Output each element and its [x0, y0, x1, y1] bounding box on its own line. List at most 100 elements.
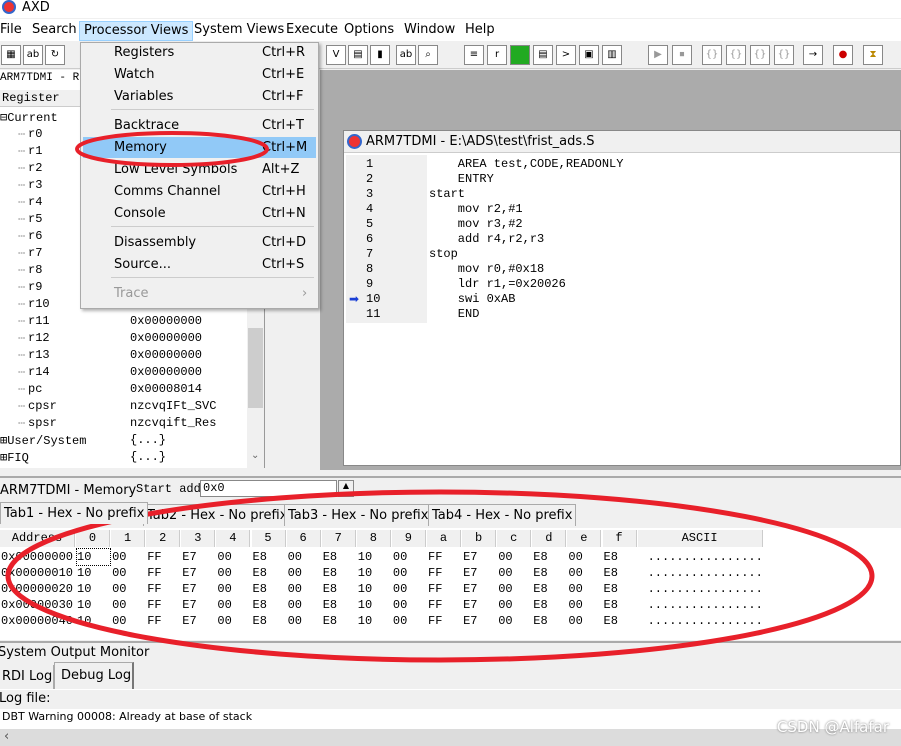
- menu-item-variables[interactable]: Variables Ctrl+F: [83, 86, 316, 107]
- memory-byte[interactable]: 10: [77, 597, 110, 613]
- memory-byte[interactable]: 10: [77, 565, 110, 581]
- memory-byte[interactable]: 00: [568, 581, 601, 597]
- cmdline-icon[interactable]: >: [556, 45, 576, 65]
- memory-byte[interactable]: E8: [323, 549, 356, 565]
- memory-byte[interactable]: 00: [498, 565, 531, 581]
- memory-byte[interactable]: E8: [604, 597, 637, 613]
- tab-4[interactable]: Tab4 - Hex - No prefix: [428, 504, 577, 526]
- code-line[interactable]: start: [429, 187, 465, 202]
- menu-window[interactable]: Window: [400, 21, 459, 41]
- menu-system-views[interactable]: System Views: [190, 21, 288, 41]
- memory-byte[interactable]: 00: [112, 613, 145, 629]
- register-value[interactable]: 0x00000000: [130, 365, 202, 379]
- memory-byte[interactable]: E8: [253, 597, 286, 613]
- start-address-spin[interactable]: ▲: [338, 480, 354, 497]
- menu-item-memory[interactable]: Memory Ctrl+M: [83, 137, 316, 158]
- memory-byte[interactable]: 00: [568, 565, 601, 581]
- memory-byte[interactable]: 10: [358, 597, 391, 613]
- tab-debug-log[interactable]: Debug Log: [54, 662, 134, 689]
- register-value[interactable]: 0x00000000: [130, 331, 202, 345]
- load-image-icon[interactable]: ▦: [1, 45, 21, 65]
- memory-byte[interactable]: 10: [76, 548, 111, 566]
- memory-byte[interactable]: 00: [217, 613, 250, 629]
- menu-item-watch[interactable]: Watch Ctrl+E: [83, 64, 316, 85]
- memory-byte[interactable]: E7: [463, 549, 496, 565]
- memory-byte[interactable]: E7: [182, 565, 215, 581]
- memory-byte[interactable]: 00: [498, 549, 531, 565]
- stop-icon[interactable]: ⏹: [672, 45, 692, 65]
- code-line[interactable]: ldr r1,=0x20026: [429, 277, 566, 292]
- memory-byte[interactable]: 00: [288, 597, 321, 613]
- step-in-icon[interactable]: {}: [702, 45, 722, 65]
- memory-byte[interactable]: E8: [533, 581, 566, 597]
- memory-byte[interactable]: E8: [253, 549, 286, 565]
- memory-byte[interactable]: FF: [428, 565, 461, 581]
- variables-view-icon[interactable]: V: [326, 45, 346, 65]
- memory-byte[interactable]: E8: [323, 565, 356, 581]
- memory-byte[interactable]: 10: [358, 581, 391, 597]
- menu-item-source[interactable]: Source... Ctrl+S: [83, 254, 316, 275]
- memory-byte[interactable]: 10: [77, 613, 110, 629]
- code-line[interactable]: mov r2,#1: [429, 202, 523, 217]
- memory-byte[interactable]: FF: [147, 565, 180, 581]
- memory-byte[interactable]: 00: [112, 549, 145, 565]
- log-hscrollbar[interactable]: ‹: [0, 729, 901, 746]
- code-line[interactable]: add r4,r2,r3: [429, 232, 544, 247]
- register-group-current[interactable]: ⊟Current: [0, 110, 58, 125]
- menu-processor-views[interactable]: Processor Views: [79, 21, 194, 41]
- memory-byte[interactable]: 00: [498, 597, 531, 613]
- memory-byte[interactable]: E8: [533, 565, 566, 581]
- memory-byte[interactable]: 00: [288, 613, 321, 629]
- memory-byte[interactable]: E7: [463, 565, 496, 581]
- tab-rdi-log[interactable]: RDI Log: [0, 665, 54, 689]
- memory-byte[interactable]: 00: [217, 565, 250, 581]
- register-group[interactable]: ⊞User/System: [0, 433, 86, 448]
- output-icon[interactable]: ▣: [579, 45, 599, 65]
- memory-byte[interactable]: E7: [182, 581, 215, 597]
- memory-byte[interactable]: E8: [253, 565, 286, 581]
- memory-byte[interactable]: FF: [428, 549, 461, 565]
- memory-byte[interactable]: E7: [182, 549, 215, 565]
- memory-byte[interactable]: 00: [217, 597, 250, 613]
- memory-byte[interactable]: 00: [217, 549, 250, 565]
- find-icon[interactable]: ⌕: [418, 45, 438, 65]
- reload-icon[interactable]: ↻: [45, 45, 65, 65]
- memory-byte[interactable]: E8: [323, 613, 356, 629]
- tab-2[interactable]: Tab2 - Hex - No prefix: [143, 504, 292, 526]
- watch-view-icon[interactable]: ▤: [348, 45, 368, 65]
- toggle-watchpoint-icon[interactable]: ●: [833, 45, 853, 65]
- memory-byte[interactable]: E8: [604, 565, 637, 581]
- memory-byte[interactable]: 00: [112, 597, 145, 613]
- code-line[interactable]: mov r3,#2: [429, 217, 523, 232]
- memory-byte[interactable]: FF: [428, 613, 461, 629]
- tab-1[interactable]: Tab1 - Hex - No prefix: [0, 502, 149, 524]
- register-value[interactable]: nzcvqift_Res: [130, 416, 216, 430]
- console-icon[interactable]: [510, 45, 530, 65]
- scroll-down-icon[interactable]: ⌄: [251, 450, 259, 461]
- toggle-breakpoint-icon[interactable]: →: [803, 45, 823, 65]
- memory-byte[interactable]: FF: [147, 549, 180, 565]
- memory-byte[interactable]: 00: [568, 613, 601, 629]
- memory-byte[interactable]: E8: [533, 549, 566, 565]
- memory-byte[interactable]: E8: [253, 581, 286, 597]
- memory-byte[interactable]: FF: [428, 581, 461, 597]
- register-value[interactable]: 0x00008014: [130, 382, 202, 396]
- menu-item-disassembly[interactable]: Disassembly Ctrl+D: [83, 232, 316, 253]
- memory-view-icon[interactable]: ▮: [370, 45, 390, 65]
- menu-file[interactable]: File: [0, 21, 26, 41]
- memory-byte[interactable]: E7: [182, 613, 215, 629]
- code-line[interactable]: ENTRY: [429, 172, 494, 187]
- code-line[interactable]: stop: [429, 247, 458, 262]
- symbols-view-icon[interactable]: ab: [396, 45, 416, 65]
- memory-byte[interactable]: 00: [112, 581, 145, 597]
- tab-3[interactable]: Tab3 - Hex - No prefix: [284, 504, 433, 526]
- memory-byte[interactable]: E7: [463, 597, 496, 613]
- menu-item-low-level-symbols[interactable]: Low Level Symbols Alt+Z: [83, 159, 316, 180]
- code-line[interactable]: END: [429, 307, 480, 322]
- memory-byte[interactable]: E7: [182, 597, 215, 613]
- memory-byte[interactable]: 00: [498, 581, 531, 597]
- memory-byte[interactable]: 00: [393, 613, 426, 629]
- low-level-icon[interactable]: ▥: [602, 45, 622, 65]
- memory-byte[interactable]: FF: [147, 581, 180, 597]
- code-line[interactable]: AREA test,CODE,READONLY: [429, 157, 624, 172]
